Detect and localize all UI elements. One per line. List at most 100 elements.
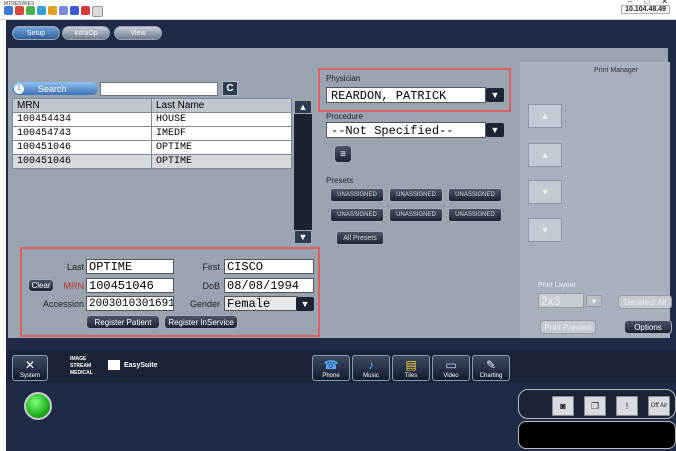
window-controls: – □ ✕ [628,0,668,6]
tab-setup[interactable]: Setup [12,26,60,40]
alert-icon[interactable]: ! [616,396,638,416]
settings-icon[interactable] [26,6,35,15]
print-nav-down-button[interactable]: ▼ [528,180,562,204]
search-label: Search [38,83,67,94]
deselect-all-button[interactable]: Deselect All [618,295,672,309]
charting-icon: ✎ [485,358,497,372]
column-header-mrn[interactable]: MRN [12,98,152,113]
patient-table: MRN Last Name 100454434 HOUSE 100454743 IM… [12,98,292,169]
refresh-icon[interactable] [37,6,46,15]
music-label: Music [363,373,379,379]
camera-icon[interactable]: ◙ [552,396,574,416]
charting-button[interactable]: ✎ Charting [472,355,510,381]
circle-icon[interactable] [70,6,79,15]
close-button[interactable]: ✕ [661,0,668,6]
tiles-label: Tiles [404,373,418,379]
easysuite-label: EasySuite [124,362,158,369]
tiles-icon: ▤ [405,358,417,372]
table-row-selected[interactable]: 100451046 OPTIME [12,154,292,169]
gender-label: Gender [189,299,220,309]
print-preview-button[interactable]: Print Preview [540,320,596,334]
row-mrn: 100454743 [12,126,152,141]
music-button[interactable]: ♪ Music [352,355,390,381]
record-icon[interactable] [81,6,90,15]
print-nav-up-button[interactable]: ▲ [528,143,562,167]
accession-label: Accession [42,299,84,309]
search-button[interactable]: 1 Search [12,82,98,95]
grid-icon[interactable] [48,6,57,15]
scroll-down-icon[interactable]: ▼ [294,230,312,244]
easysuite-logo-icon [108,360,120,370]
table-row[interactable]: 100454434 HOUSE [12,112,292,127]
physician-dropdown-icon[interactable]: ▼ [486,88,504,102]
procedure-select[interactable]: --Not Specified-- [326,122,486,138]
physician-select[interactable]: REARDON, PATRICK [326,87,486,103]
video-icon: ▭ [445,358,457,372]
options-button[interactable]: Options [624,320,672,334]
video-button[interactable]: ▭ Video [432,355,470,381]
row-last-name: HOUSE [151,112,292,127]
register-inservice-button[interactable]: Register InService [164,315,238,329]
print-nav-bottom-button[interactable]: ▼ [528,218,562,242]
row-last-name: OPTIME [151,154,292,169]
window-titlebar: MTRESWIES 10.104.48.49 – □ ✕ [0,0,676,20]
clear-button[interactable]: Clear [28,279,54,292]
row-last-name: OPTIME [151,140,292,155]
preset-button-1[interactable]: UNASSIGNED [330,188,384,202]
display-strip [518,421,676,449]
gender-dropdown-icon[interactable]: ▼ [296,297,314,311]
print-layout-label: Print Layout [538,282,576,289]
preset-button-5[interactable]: UNASSIGNED [389,208,443,222]
phone-button[interactable]: ☎ Phone [312,355,350,381]
print-manager-title: Print Manager [594,67,638,74]
back-icon[interactable] [4,6,13,15]
dob-label: DoB [202,281,220,291]
accession-field[interactable]: 2003010301691 [86,296,174,311]
row-mrn: 100454434 [12,112,152,127]
mrn-label: MRN [63,281,85,291]
close-x-icon[interactable] [15,6,24,15]
off-air-button[interactable]: Off Air [648,396,670,416]
row-mrn: 100451046 [12,154,152,169]
status-light-icon [24,392,52,420]
help-icon[interactable] [92,6,103,17]
minimize-button[interactable]: – [628,0,632,6]
print-layout-dropdown-icon[interactable]: ▼ [586,295,602,307]
phone-icon: ☎ [323,358,339,372]
table-scrollbar[interactable]: ▲ ▼ [294,100,312,244]
monitor-icon[interactable] [59,6,68,15]
last-name-field[interactable]: OPTIME [86,259,174,274]
tiles-button[interactable]: ▤ Tiles [392,355,430,381]
procedure-dropdown-icon[interactable]: ▼ [486,123,504,137]
search-input[interactable] [100,82,218,96]
physician-label: Physician [326,74,361,83]
procedure-label: Procedure [326,112,363,121]
gender-select[interactable]: Female [224,296,298,311]
register-patient-button[interactable]: Register Patient [86,315,160,329]
system-button[interactable]: ✕ System [12,355,48,381]
image-stream-logo: IMAGE STREAM MEDICAL [70,356,93,377]
column-header-last-name[interactable]: Last Name [151,98,292,113]
all-presets-button[interactable]: All Presets [336,231,384,245]
print-layout-select[interactable]: 2x3 [538,293,584,308]
procedure-list-icon[interactable]: ≡ [334,145,352,163]
table-row[interactable]: 100451046 OPTIME [12,140,292,155]
scroll-up-icon[interactable]: ▲ [294,100,312,114]
tab-view[interactable]: View [114,26,162,40]
clear-search-button[interactable]: C [222,81,238,96]
preset-button-6[interactable]: UNASSIGNED [448,208,502,222]
copy-icon[interactable]: ❐ [584,396,606,416]
preset-button-3[interactable]: UNASSIGNED [448,188,502,202]
print-nav-top-button[interactable]: ▲ [528,104,562,128]
first-name-field[interactable]: CISCO [224,259,314,274]
maximize-button[interactable]: □ [644,0,649,6]
row-mrn: 100451046 [12,140,152,155]
mrn-field[interactable]: 100451046 [86,278,174,293]
preset-button-2[interactable]: UNASSIGNED [389,188,443,202]
tab-intraop[interactable]: IntraOp [62,26,110,40]
table-row[interactable]: 100454743 IMEDF [12,126,292,141]
logo-line-2: STREAM [70,363,92,369]
preset-button-4[interactable]: UNASSIGNED [330,208,384,222]
music-icon: ♪ [368,358,374,372]
dob-field[interactable]: 08/08/1994 [224,278,314,293]
